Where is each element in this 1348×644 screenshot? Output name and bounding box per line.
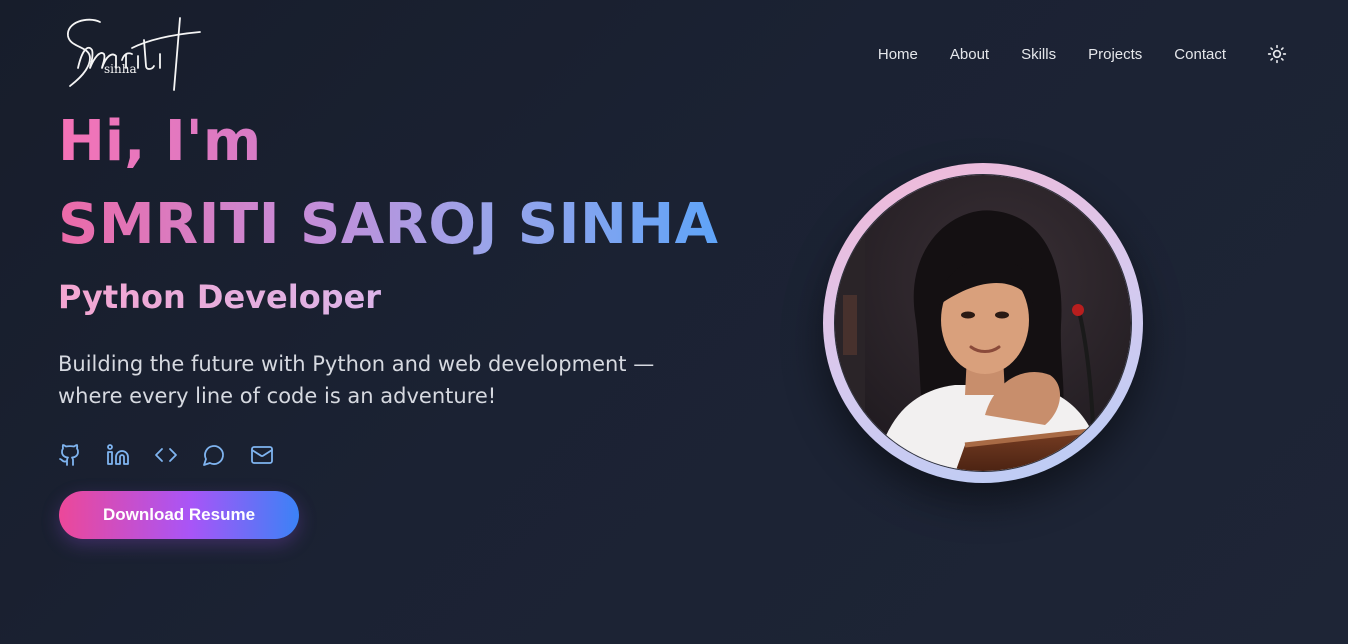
code-icon (155, 448, 177, 462)
social-links (58, 443, 274, 467)
top-navigation: sinha Home About Skills Projects Contact (0, 0, 1348, 108)
code-link[interactable] (154, 443, 178, 467)
nav-contact[interactable]: Contact (1174, 46, 1226, 63)
tagline: Building the future with Python and web … (58, 352, 655, 408)
chat-link[interactable] (202, 443, 226, 467)
linkedin-link[interactable] (106, 443, 130, 467)
sun-icon (1267, 44, 1287, 64)
profile-photo (834, 174, 1132, 472)
nav-links: Home About Skills Projects Contact (878, 43, 1288, 65)
chat-icon (203, 445, 224, 466)
signature-logo-graphic: sinha (67, 17, 201, 91)
nav-home[interactable]: Home (878, 46, 918, 63)
nav-skills[interactable]: Skills (1021, 46, 1056, 63)
signature-logo[interactable]: sinha (60, 10, 205, 98)
logo-sub: sinha (104, 62, 137, 76)
theme-toggle-button[interactable] (1266, 43, 1288, 65)
linkedin-icon (107, 444, 129, 465)
github-icon (59, 444, 79, 466)
greeting-heading: Hi, I'm (58, 109, 262, 174)
profile-photo-frame (823, 163, 1143, 483)
github-link[interactable] (58, 443, 82, 467)
mail-link[interactable] (250, 443, 274, 467)
nav-projects[interactable]: Projects (1088, 46, 1142, 63)
name-heading: SMRITI SAROJ SINHA (58, 188, 719, 262)
nav-about[interactable]: About (950, 46, 989, 63)
mail-icon (251, 446, 273, 464)
profile-photo-illustration (835, 175, 1131, 471)
download-resume-button[interactable]: Download Resume (59, 491, 299, 539)
role-heading: Python Developer (58, 278, 382, 316)
